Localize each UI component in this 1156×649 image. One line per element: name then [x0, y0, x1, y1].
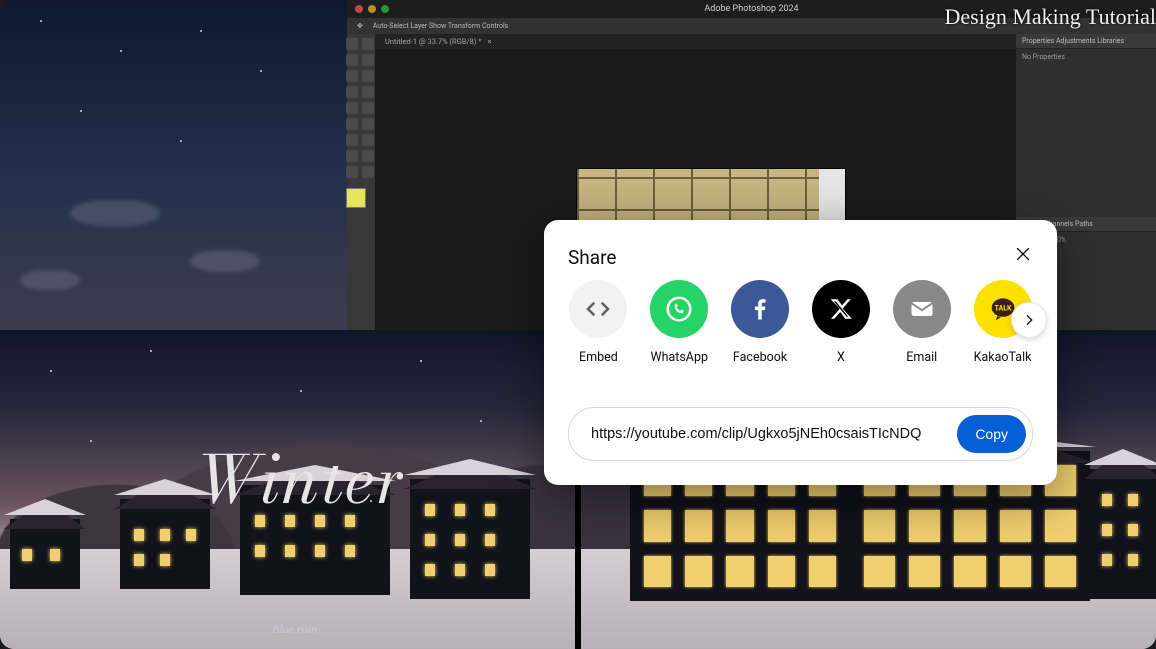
share-label-email: Email	[906, 350, 937, 365]
credit-label: Blue rain	[272, 622, 317, 637]
no-properties-label: No Properties	[1016, 49, 1156, 117]
share-url-row: Copy	[568, 407, 1033, 461]
ps-doc-tab-label: Untitled-1 @ 33.7% (RGB/8) *	[385, 37, 481, 46]
winter-title: Winter	[195, 430, 407, 530]
whatsapp-icon	[650, 280, 708, 338]
share-option-email[interactable]: Email	[891, 280, 952, 365]
ps-options-text: Auto-Select Layer Show Transform Control…	[373, 22, 508, 30]
copy-button[interactable]: Copy	[957, 415, 1026, 453]
embed-icon	[569, 280, 627, 338]
svg-text:TALK: TALK	[994, 303, 1012, 312]
close-dot-icon[interactable]	[355, 5, 363, 13]
overlay-watermark: Design Making Tutorial	[945, 4, 1156, 30]
panel-properties-tab[interactable]: Properties Adjustments Libraries	[1016, 34, 1156, 49]
share-option-x[interactable]: X	[810, 280, 871, 365]
share-label-kakaotalk: KakaoTalk	[974, 350, 1032, 365]
share-option-whatsapp[interactable]: WhatsApp	[649, 280, 710, 365]
x-icon	[812, 280, 870, 338]
share-url-input[interactable]	[589, 425, 945, 443]
sky-panel	[0, 0, 347, 330]
ps-toolbar[interactable]	[347, 34, 375, 330]
ps-doc-tab[interactable]: Untitled-1 @ 33.7% (RGB/8) *×	[375, 34, 1016, 50]
max-dot-icon[interactable]	[381, 5, 389, 13]
share-option-facebook[interactable]: Facebook	[730, 280, 791, 365]
swatch-icon[interactable]	[346, 188, 366, 208]
traffic-lights[interactable]	[355, 5, 389, 13]
share-dialog: Share Embed WhatsApp Facebook	[544, 220, 1057, 485]
share-label-whatsapp: WhatsApp	[650, 350, 708, 365]
share-label-embed: Embed	[579, 350, 618, 365]
dialog-title: Share	[568, 246, 616, 269]
chevron-right-icon	[1021, 312, 1037, 328]
close-icon	[1013, 244, 1033, 264]
min-dot-icon[interactable]	[368, 5, 376, 13]
email-icon	[893, 280, 951, 338]
share-label-x: X	[837, 350, 845, 365]
ps-title: Adobe Photoshop 2024	[704, 4, 798, 14]
share-option-embed[interactable]: Embed	[568, 280, 629, 365]
close-button[interactable]	[1005, 236, 1041, 272]
scroll-next-button[interactable]	[1011, 302, 1047, 338]
facebook-icon	[731, 280, 789, 338]
stage: Adobe Photoshop 2024 ✥Auto-Select Layer …	[0, 0, 1156, 649]
share-label-facebook: Facebook	[733, 350, 787, 365]
share-options-row: Embed WhatsApp Facebook X	[568, 280, 1033, 388]
